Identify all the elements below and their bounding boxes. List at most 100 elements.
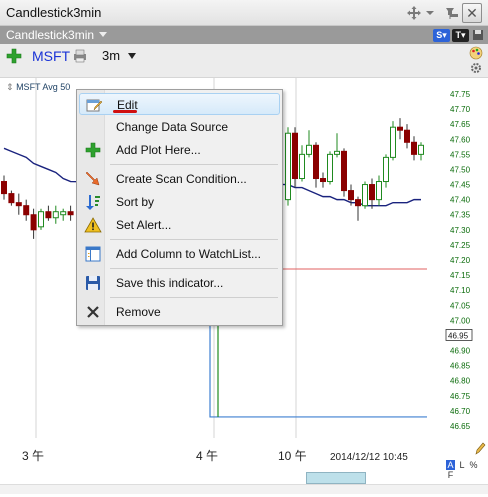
chevron-down-icon[interactable] [420,3,440,23]
interval-selector[interactable]: 3m [102,48,120,63]
candle-body [8,193,15,204]
window-title: Candlestick3min [6,5,102,20]
candle-body [418,144,424,155]
collapse-arrow-icon[interactable]: ⇕ [6,82,14,92]
scale-fixed-button[interactable]: F [446,470,455,480]
menu-item-sort-by[interactable]: Sort by [79,191,280,213]
price-tick-label: 47.30 [450,226,471,235]
candle [292,127,298,188]
menu-separator [110,297,278,298]
scan-icon [84,170,102,188]
minimize-icon[interactable] [448,5,460,25]
menu-item-remove[interactable]: Remove [79,301,280,323]
price-tick-label: 47.15 [450,271,471,280]
candle-body [383,156,389,183]
candle-body [376,181,382,201]
chevron-down-icon[interactable] [99,32,107,37]
printer-icon[interactable] [72,49,88,66]
price-tick-label: 47.65 [450,120,471,129]
candle-body [1,181,7,195]
menu-item-edit[interactable]: Edit [79,93,280,115]
time-axis-label: 4 午 [196,449,218,463]
menu-item-save-indicator[interactable]: Save this indicator... [79,272,280,294]
candle-body [355,199,361,207]
price-tick-label: 46.65 [450,422,471,431]
price-tick-label: 46.90 [450,347,471,356]
gear-icon[interactable] [470,62,482,77]
price-tick-label: 47.70 [450,105,471,114]
menu-item-change-data-source[interactable]: Change Data Source [79,116,280,138]
grid-name-bar: Candlestick3min S▾ T▾ [0,26,488,44]
candle [15,193,22,215]
candle [52,205,59,224]
save-layout-icon[interactable] [469,26,487,44]
price-tick-label: 47.50 [450,165,471,174]
price-tick-label: 47.00 [450,316,471,325]
time-axis-label: 10 午 [278,449,307,463]
candle-body [369,184,375,201]
candle-body [292,132,298,180]
candle-body [404,129,410,143]
candle [299,145,305,182]
candle [23,199,30,221]
price-tick-label: 47.20 [450,256,471,265]
candle-body [327,153,333,183]
price-tick-label: 47.60 [450,135,471,144]
timestamp-label: 2014/12/12 10:45 [330,452,408,463]
scale-log-button[interactable]: L [458,460,467,470]
menu-separator [110,164,278,165]
s-badge[interactable]: S▾ [433,29,450,42]
scale-percent-button[interactable]: % [469,460,478,470]
close-icon[interactable]: ✕ [462,3,482,23]
study-label[interactable]: ⇕ MSFT Avg 50 [6,82,70,93]
price-tick-label: 47.75 [450,90,471,99]
candle [285,127,291,206]
candle-body [390,126,396,158]
candle-body [23,205,30,216]
candle [397,118,403,140]
candle-body [67,211,74,216]
alert-icon [84,216,102,234]
candle [376,175,382,206]
candle-body [334,150,340,155]
menu-item-add-column-watchlist[interactable]: Add Column to WatchList... [79,243,280,265]
menu-item-create-scan[interactable]: Create Scan Condition... [79,168,280,190]
sort-icon [84,193,102,211]
menu-item-add-plot[interactable]: Add Plot Here... [79,139,280,161]
add-symbol-icon[interactable] [6,48,22,67]
candle [390,121,396,161]
symbol-selector[interactable]: MSFT [32,48,70,64]
palette-icon[interactable] [469,46,483,63]
price-tick-label: 46.75 [450,392,471,401]
menu-item-set-alert[interactable]: Set Alert... [79,214,280,236]
edit-icon [85,96,103,114]
price-tick-label: 47.25 [450,241,471,250]
candle [306,130,312,158]
candle [418,142,424,161]
candle [327,151,333,185]
candle-body [15,202,22,207]
window-titlebar: Candlestick3min ✕ [0,0,488,26]
chevron-down-icon[interactable] [128,53,136,59]
candle-body [313,144,319,180]
t-badge[interactable]: T▾ [452,29,469,42]
price-tick-label: 46.70 [450,407,471,416]
candle [341,148,347,197]
candle [334,133,340,158]
horizontal-scrollbar-thumb[interactable] [306,472,366,484]
candle [313,142,319,188]
context-menu: Edit Change Data Source Add Plot Here...… [76,89,283,326]
scale-auto-button[interactable]: A [446,460,455,470]
candle [30,208,37,239]
menu-separator [110,268,278,269]
grid-name-dropdown[interactable]: Candlestick3min [6,28,94,42]
candle [320,172,326,188]
price-tick-label: 47.45 [450,181,471,190]
candle-body [60,211,67,216]
candle [369,178,375,209]
drawing-pencil-icon[interactable] [474,442,486,459]
candle [1,175,7,200]
edit-highlight-underline [113,110,137,113]
candle [362,181,368,209]
save-icon [84,274,102,292]
